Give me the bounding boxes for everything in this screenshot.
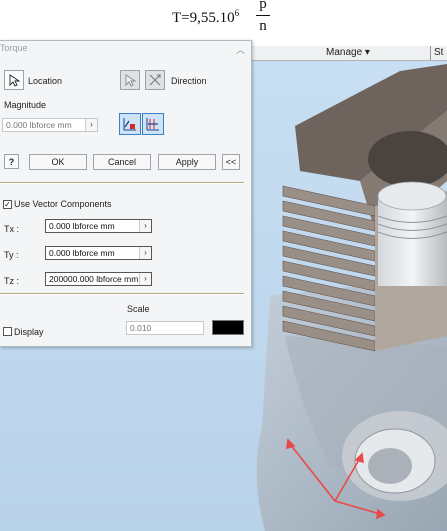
magnitude-value: 0.000 lbforce mm bbox=[6, 120, 72, 130]
dialog-title: Torque bbox=[0, 43, 28, 53]
dropdown-arrow-icon[interactable]: › bbox=[139, 247, 151, 259]
display-label: Display bbox=[14, 327, 44, 337]
location-label: Location bbox=[28, 76, 63, 86]
ty-value: 0.000 lbforce mm bbox=[49, 248, 115, 258]
graph-button-2[interactable] bbox=[142, 113, 164, 135]
graph-icon bbox=[123, 118, 136, 131]
help-icon: ? bbox=[8, 156, 15, 167]
formula-exponent: 6 bbox=[234, 8, 240, 18]
magnitude-label: Magnitude bbox=[4, 100, 47, 110]
direction-flip-icon bbox=[149, 74, 161, 86]
torque-dialog: Torque ︿ Location Direction Magnitude 0.… bbox=[0, 40, 252, 347]
select-arrow-icon bbox=[9, 73, 20, 87]
help-button[interactable]: ? bbox=[4, 154, 19, 169]
ribbon-separator bbox=[430, 46, 431, 60]
ok-button[interactable]: OK bbox=[29, 154, 87, 170]
display-color-swatch[interactable] bbox=[212, 320, 244, 335]
location-select-button[interactable] bbox=[4, 70, 24, 90]
ribbon-bar: Manage ▾ St bbox=[250, 46, 447, 61]
cancel-button[interactable]: Cancel bbox=[93, 154, 151, 170]
use-vector-label: Use Vector Components bbox=[14, 199, 112, 209]
direction-select-button[interactable] bbox=[120, 70, 140, 90]
ty-label: Ty : bbox=[4, 250, 19, 260]
dropdown-arrow-icon[interactable]: › bbox=[139, 273, 151, 285]
scale-value: 0.010 bbox=[130, 323, 152, 333]
manage-tab[interactable]: Manage ▾ bbox=[326, 47, 370, 58]
section-divider bbox=[0, 182, 244, 184]
collapse-chevron-icon[interactable]: ︿ bbox=[236, 43, 245, 56]
more-options-button[interactable]: << bbox=[222, 154, 240, 170]
tx-input[interactable]: 0.000 lbforce mm › bbox=[45, 219, 152, 233]
next-tab[interactable]: St bbox=[434, 47, 443, 58]
tz-input[interactable]: 200000.000 lbforce mm › bbox=[45, 272, 152, 286]
scale-input[interactable]: 0.010 bbox=[126, 321, 204, 335]
use-vector-checkbox[interactable]: ✓ bbox=[3, 200, 12, 209]
scale-label: Scale bbox=[127, 304, 150, 314]
formula-fraction: p n bbox=[256, 0, 270, 35]
formula-lhs: T=9,55.106 bbox=[172, 8, 240, 26]
tz-value: 200000.000 lbforce mm bbox=[49, 274, 139, 284]
apply-button[interactable]: Apply bbox=[158, 154, 216, 170]
select-arrow-icon bbox=[125, 73, 136, 87]
dropdown-arrow-icon[interactable]: › bbox=[85, 119, 97, 131]
fraction-bar bbox=[256, 15, 270, 16]
direction-flip-button[interactable] bbox=[145, 70, 165, 90]
dropdown-arrow-icon[interactable]: › bbox=[139, 220, 151, 232]
graph-button-1[interactable] bbox=[119, 113, 141, 135]
formula-numerator: p bbox=[259, 0, 267, 12]
ty-input[interactable]: 0.000 lbforce mm › bbox=[45, 246, 152, 260]
tx-label: Tx : bbox=[4, 224, 19, 234]
magnitude-input[interactable]: 0.000 lbforce mm › bbox=[2, 118, 98, 132]
graph-icon bbox=[146, 118, 159, 131]
tx-value: 0.000 lbforce mm bbox=[49, 221, 115, 231]
display-checkbox[interactable] bbox=[3, 327, 12, 336]
formula-denominator: n bbox=[259, 18, 267, 34]
section-divider bbox=[0, 293, 244, 295]
direction-label: Direction bbox=[171, 76, 207, 86]
tz-label: Tz : bbox=[4, 276, 19, 286]
